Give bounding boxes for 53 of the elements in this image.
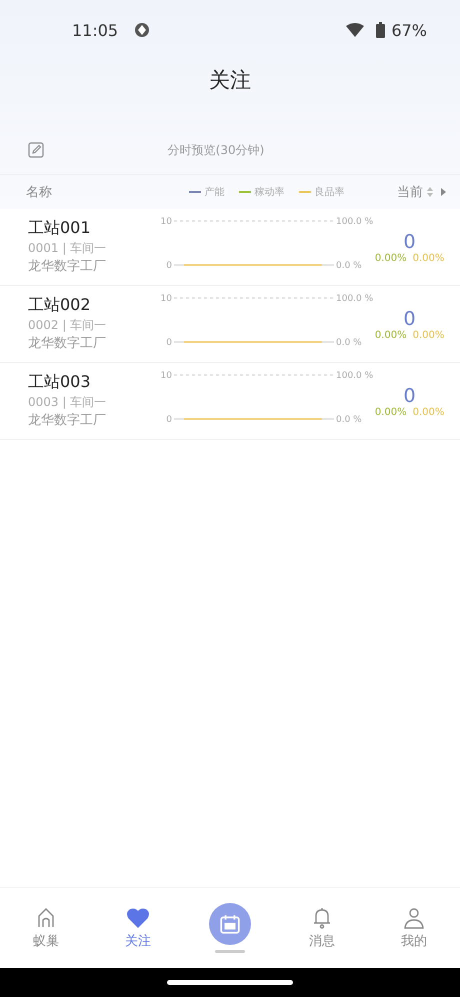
rate-value: 0.00% <box>412 406 444 418</box>
axis-tick: 0 <box>166 415 172 425</box>
axis-tick: 0.0 % <box>336 415 363 425</box>
rate-value: 0.00% <box>412 252 444 264</box>
axis-tick: 0.0 % <box>336 338 363 348</box>
station-code: 0001 | 车间一 <box>28 240 108 257</box>
person-icon <box>402 906 426 930</box>
aperture-icon <box>134 22 150 38</box>
rate-value: 0.00% <box>374 252 407 264</box>
axis-tick: 100.0 % <box>336 294 374 304</box>
axis-tick: 10 <box>160 294 172 304</box>
chart-caption: 分时预览(30分钟) <box>166 142 266 158</box>
home-tab[interactable]: 蚁巢 <box>33 906 59 950</box>
edit-icon[interactable] <box>28 142 44 158</box>
wifi-icon <box>346 23 364 37</box>
person-tab[interactable]: 我的 <box>401 906 427 950</box>
heart-icon <box>126 906 150 930</box>
current-value: 0 <box>404 308 416 330</box>
legend-label: 产能 <box>204 186 224 199</box>
station-code: 0002 | 车间一 <box>28 317 108 334</box>
current-value: 0 <box>404 230 416 252</box>
calendar-icon <box>219 913 241 935</box>
rate-value: 0.00% <box>374 330 407 340</box>
axis-tick: 0 <box>166 338 172 348</box>
axis-tick: 10 <box>160 217 172 227</box>
station-name: 工站002 <box>28 294 92 316</box>
axis-tick: 100.0 % <box>336 371 374 381</box>
page-title: 关注 <box>208 67 252 94</box>
legend-label: 良品率 <box>314 186 344 199</box>
status-time: 11:05 <box>72 20 118 40</box>
battery-percent: 67% <box>391 20 427 40</box>
battery-icon <box>376 22 386 38</box>
factory-name: 龙华数字工厂 <box>28 412 107 430</box>
heart-tab[interactable]: 关注 <box>125 906 151 950</box>
column-header: 名称 <box>26 184 53 201</box>
factory-name: 龙华数字工厂 <box>28 258 107 276</box>
rate-value: 0.00% <box>412 330 444 340</box>
station-name: 工站003 <box>28 371 92 393</box>
bell-tab[interactable]: 消息 <box>309 906 335 950</box>
rate-value: 0.00% <box>374 406 407 418</box>
sort-header[interactable]: 当前 <box>397 183 423 201</box>
sort-icon[interactable] <box>427 187 433 197</box>
axis-tick: 100.0 % <box>336 217 374 227</box>
legend-label: 稼动率 <box>254 186 284 199</box>
axis-tick: 10 <box>160 371 172 381</box>
factory-name: 龙华数字工厂 <box>28 335 107 353</box>
axis-tick: 0 <box>166 261 172 271</box>
station-name: 工站001 <box>28 217 92 239</box>
axis-tick: 0.0 % <box>336 261 363 271</box>
caret-icon[interactable] <box>441 188 446 196</box>
station-code: 0003 | 车间一 <box>28 394 108 411</box>
current-value: 0 <box>404 384 416 406</box>
calendar-button[interactable] <box>209 903 251 945</box>
